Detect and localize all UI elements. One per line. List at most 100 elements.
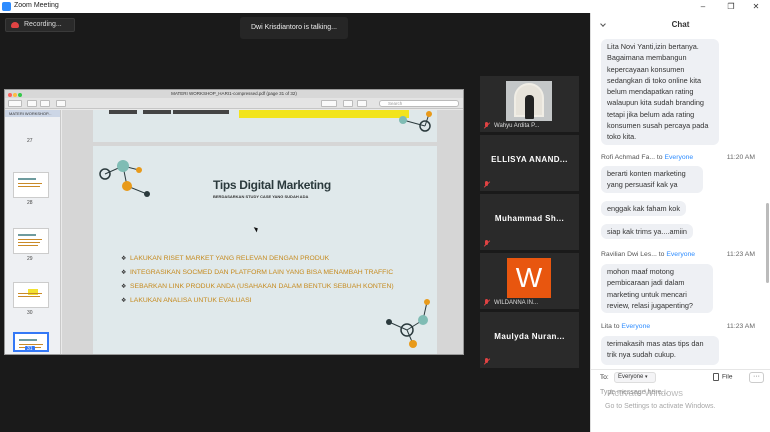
participant-name: ELLISYA ANAND... bbox=[491, 155, 568, 164]
participant-tile[interactable]: Maulyda Nuran... bbox=[480, 312, 579, 368]
molecule-decoration-icon bbox=[99, 160, 150, 197]
page-number: 27 bbox=[27, 138, 33, 144]
participant-name: Maulyda Nuran... bbox=[494, 332, 565, 341]
recipient: Everyone bbox=[666, 251, 696, 258]
chat-sender-line: Lita to Everyone 11:23 AM bbox=[601, 323, 755, 330]
bullet-text: LAKUKAN RISET MARKET YANG RELEVAN DENGAN… bbox=[130, 255, 330, 262]
bullet-text: SEBARKAN LINK PRODUK ANDA (USAHAKAN DALA… bbox=[130, 283, 394, 290]
message-time: 11:20 AM bbox=[726, 154, 755, 161]
meeting-area: Recording... Dwi Krisdiantoro is talking… bbox=[0, 13, 590, 432]
muted-mic-icon bbox=[483, 299, 490, 306]
title-bar: Zoom Meeting – ❐ ✕ bbox=[0, 0, 770, 13]
zoom-out-icon bbox=[27, 100, 37, 107]
zoom-logo-icon bbox=[2, 2, 11, 11]
muted-mic-icon bbox=[483, 358, 490, 365]
chat-message: mohon maaf motong pembicaraan jadi dalam… bbox=[601, 264, 713, 314]
close-button[interactable]: ✕ bbox=[742, 0, 770, 13]
chat-sender-line: Ravilian Dwi Les... to Everyone 11:23 AM bbox=[601, 251, 755, 258]
recipient: Everyone bbox=[621, 323, 651, 330]
chat-message: enggak kak faham kok bbox=[601, 201, 687, 217]
participant-avatar: W bbox=[507, 258, 551, 298]
chat-title: Chat bbox=[671, 20, 690, 29]
zoom-dot-icon bbox=[18, 93, 22, 97]
previous-slide-bottom bbox=[93, 110, 437, 142]
annotate-icon bbox=[357, 100, 367, 107]
chevron-down-icon[interactable] bbox=[600, 21, 606, 27]
file-icon bbox=[713, 373, 719, 381]
cloud-record-icon bbox=[11, 22, 19, 28]
recipient: Everyone bbox=[664, 154, 694, 161]
bullet-item: ❖ INTEGRASIKAN SOCMED DAN PLATFORM LAIN Y… bbox=[121, 269, 394, 283]
page-number: 29 bbox=[27, 256, 33, 262]
participant-name: Muhammad Sh... bbox=[494, 214, 565, 223]
muted-mic-icon bbox=[483, 122, 490, 129]
page-thumbnail bbox=[13, 228, 49, 254]
sidebar-toggle-icon bbox=[8, 100, 22, 107]
bullet-text: INTEGRASIKAN SOCMED DAN PLATFORM LAIN YA… bbox=[130, 269, 394, 276]
sender-name: Lita bbox=[601, 323, 612, 330]
participant-tile[interactable]: Wahyu Ardita P... bbox=[480, 76, 579, 132]
chat-message: terimakasih mas atas tips dan trik nya s… bbox=[601, 336, 719, 365]
message-time: 11:23 AM bbox=[726, 323, 755, 330]
pdf-title-text: MATERI WORKSHOP_HARI1-compressed.pdf (pa… bbox=[171, 91, 297, 96]
molecule-decoration-icon bbox=[386, 299, 430, 348]
page-number: 28 bbox=[27, 200, 33, 206]
zoom-in-icon bbox=[40, 100, 50, 107]
participant-name: Wahyu Ardita P... bbox=[494, 123, 540, 129]
bullet-diamond-icon: ❖ bbox=[121, 270, 127, 276]
minimize-button[interactable]: – bbox=[689, 0, 717, 13]
muted-mic-icon bbox=[483, 181, 490, 188]
page-thumbnail bbox=[13, 172, 49, 198]
recording-label: Recording... bbox=[24, 21, 62, 28]
chat-composer: To: Everyone ▾ File ··· Type message her… bbox=[591, 369, 770, 432]
pdf-window-title: MATERI WORKSHOP_HARI1-compressed.pdf (pa… bbox=[5, 90, 463, 98]
molecule-decoration-icon bbox=[399, 111, 432, 132]
sender-name: Rofi Achmad Fa... bbox=[601, 154, 656, 161]
activation-watermark-title: Activate Windows bbox=[608, 388, 683, 399]
share-icon bbox=[56, 100, 66, 107]
current-slide: Tips Digital Marketing BERDASARKAN STUDY… bbox=[93, 146, 437, 354]
recording-indicator[interactable]: Recording... bbox=[5, 18, 75, 32]
bullet-diamond-icon: ❖ bbox=[121, 298, 127, 304]
participant-tile[interactable]: Muhammad Sh... bbox=[480, 194, 579, 250]
participant-tile[interactable]: ELLISYA ANAND... bbox=[480, 135, 579, 191]
chat-message: Lita Novi Yanti,izin bertanya. Bagaimana… bbox=[601, 39, 719, 145]
shared-screen: MATERI WORKSHOP_HARI1-compressed.pdf (pa… bbox=[4, 89, 464, 355]
close-dot-icon bbox=[8, 93, 12, 97]
bullet-diamond-icon: ❖ bbox=[121, 256, 127, 262]
chat-message: siap kak trims ya....amiin bbox=[601, 224, 693, 240]
activation-watermark-subtitle: Go to Settings to activate Windows. bbox=[605, 403, 716, 410]
bullet-item: ❖ LAKUKAN RISET MARKET YANG RELEVAN DENGA… bbox=[121, 255, 394, 269]
chat-message: berarti konten marketing yang persuasif … bbox=[601, 166, 703, 193]
pdf-toolbar: Search bbox=[5, 98, 463, 109]
page-number: 30 bbox=[27, 310, 33, 316]
file-button[interactable]: File bbox=[713, 373, 732, 381]
recipient-dropdown[interactable]: Everyone ▾ bbox=[614, 372, 656, 383]
minimize-dot-icon bbox=[13, 93, 17, 97]
bullet-item: ❖ LAKUKAN ANALISA UNTUK EVALUASI bbox=[121, 297, 394, 311]
active-speaker-banner: Dwi Krisdiantoro is talking... bbox=[240, 17, 348, 39]
bullet-diamond-icon: ❖ bbox=[121, 284, 127, 290]
chat-panel: Chat Lita Novi Yanti,izin bertanya. Baga… bbox=[590, 13, 770, 432]
markup-icon bbox=[321, 100, 337, 107]
slide-bullets: ❖ LAKUKAN RISET MARKET YANG RELEVAN DENGA… bbox=[121, 255, 394, 311]
bullet-item: ❖ SEBARKAN LINK PRODUK ANDA (USAHAKAN DAL… bbox=[121, 283, 394, 297]
page-thumbnail bbox=[13, 282, 49, 308]
window-title: Zoom Meeting bbox=[14, 2, 59, 9]
more-options-button[interactable]: ··· bbox=[749, 372, 764, 383]
maximize-button[interactable]: ❐ bbox=[717, 0, 745, 13]
file-label: File bbox=[722, 373, 733, 381]
recipient-value: Everyone bbox=[618, 374, 644, 380]
page-number-selected: 31 bbox=[25, 346, 35, 352]
chevron-down-icon: ▾ bbox=[645, 374, 648, 380]
chat-scrollbar[interactable] bbox=[766, 203, 769, 283]
participant-tile[interactable]: W WILDANNA IN... bbox=[480, 253, 579, 309]
pdf-search-field: Search bbox=[379, 100, 459, 107]
slide-subtitle: BERDASARKAN STUDY CASE YANG SUDAH ADA bbox=[213, 194, 309, 199]
participant-video bbox=[506, 81, 552, 121]
chat-sender-line: Rofi Achmad Fa... to Everyone 11:20 AM bbox=[601, 154, 755, 161]
pdf-thumbnail-sidebar: MATERI WORKSHOP... 27 28 29 30 31 bbox=[5, 110, 61, 354]
to-label: To: bbox=[600, 374, 609, 381]
bullet-text: LAKUKAN ANALISA UNTUK EVALUASI bbox=[130, 297, 252, 304]
sender-name: Ravilian Dwi Les... bbox=[601, 251, 657, 258]
